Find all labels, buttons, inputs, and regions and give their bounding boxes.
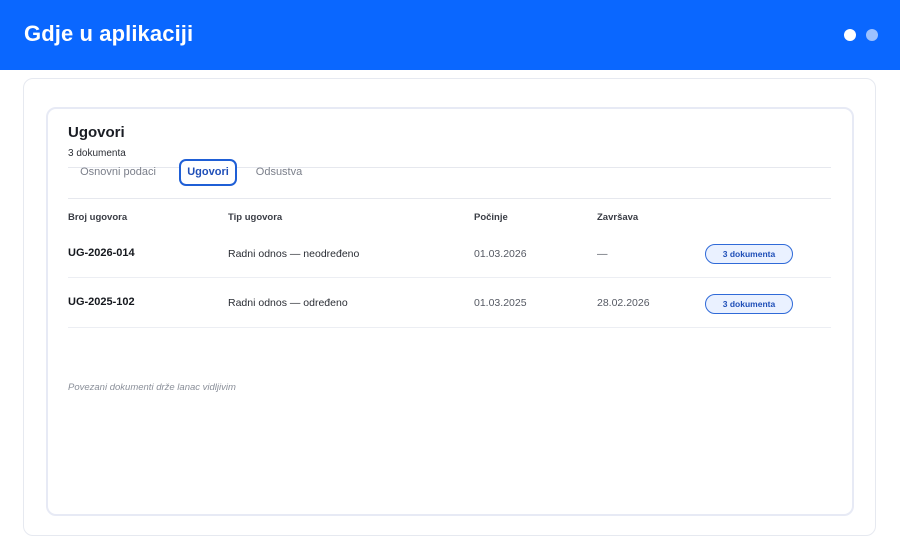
row-1-end-date: — bbox=[597, 248, 608, 260]
app-header: Gdje u aplikaciji bbox=[0, 0, 900, 70]
column-header-number: Broj ugovora bbox=[68, 212, 128, 223]
card-subtitle: 3 dokumenta bbox=[68, 148, 126, 159]
column-header-type: Tip ugovora bbox=[228, 212, 283, 223]
header-title: Gdje u aplikaciji bbox=[24, 21, 194, 46]
row-2-contract-type: Radni odnos — određeno bbox=[228, 297, 348, 309]
row-2-end-date: 28.02.2026 bbox=[597, 297, 650, 309]
header-dot-active-icon bbox=[844, 29, 856, 41]
row-1-contract-number: UG-2026-014 bbox=[68, 247, 135, 259]
row-divider bbox=[68, 277, 831, 278]
row-divider bbox=[68, 327, 831, 328]
header-dot-inactive-icon bbox=[866, 29, 878, 41]
tab-odsustva[interactable]: Odsustva bbox=[252, 159, 306, 186]
row-1-documents-button[interactable]: 3 dokumenta bbox=[705, 244, 793, 264]
row-2-documents-button[interactable]: 3 dokumenta bbox=[705, 294, 793, 314]
row-1-contract-type: Radni odnos — neodređeno bbox=[228, 248, 360, 260]
column-header-start: Počinje bbox=[474, 212, 508, 223]
column-header-end: Završava bbox=[597, 212, 639, 223]
tab-ugovori[interactable]: Ugovori bbox=[179, 159, 237, 186]
row-1-start-date: 01.03.2026 bbox=[474, 248, 527, 260]
footer-note: Povezani dokumenti drže lanac vidljivim bbox=[68, 382, 236, 393]
tab-osnovni-podaci[interactable]: Osnovni podaci bbox=[78, 159, 158, 186]
row-2-start-date: 01.03.2025 bbox=[474, 297, 527, 309]
row-2-contract-number: UG-2025-102 bbox=[68, 296, 135, 308]
table-divider bbox=[68, 198, 831, 199]
card-title: Ugovori bbox=[68, 124, 125, 141]
